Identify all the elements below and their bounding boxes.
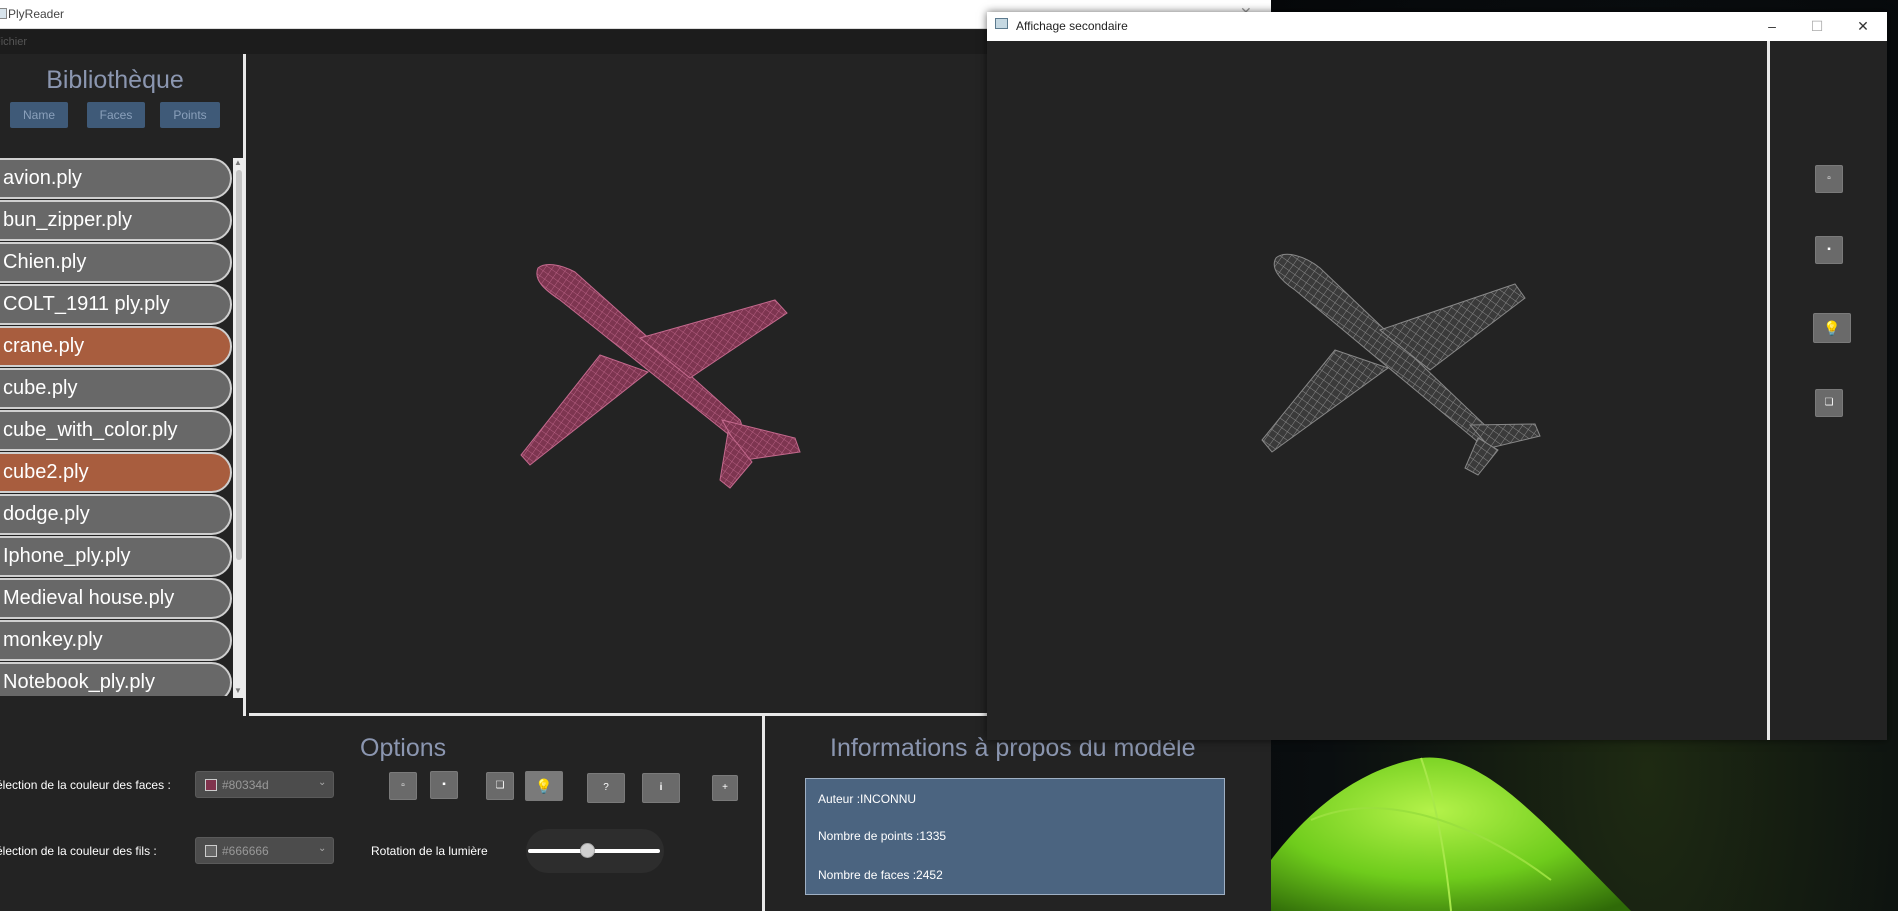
library-heading: Bibliothèque: [46, 66, 184, 94]
file-list-item[interactable]: Iphone_ply.ply: [0, 536, 232, 577]
lightbulb-button[interactable]: 💡: [525, 771, 563, 801]
file-list-item[interactable]: Notebook_ply.ply: [0, 662, 232, 696]
options-panel: Options élection de la couleur des faces…: [0, 716, 765, 911]
light-rotation-label: Rotation de la lumière: [371, 844, 488, 858]
file-list-item[interactable]: dodge.ply: [0, 494, 232, 535]
menu-file[interactable]: Fichier: [0, 36, 27, 48]
lightbulb-icon: 💡: [1823, 320, 1841, 336]
model-author: Auteur :INCONNU: [818, 792, 917, 806]
wire-color-swatch: [205, 845, 217, 857]
secondary-double-square-button[interactable]: ❏: [1815, 389, 1843, 417]
wire-color-label: élection de la couleur des fils :: [0, 844, 157, 858]
chevron-down-icon: ⌄: [318, 777, 327, 788]
main-window-title: PlyReader: [8, 7, 65, 21]
file-list-item[interactable]: crane.ply: [0, 326, 232, 367]
face-color-value: #80334d: [222, 778, 269, 792]
add-button[interactable]: +: [712, 775, 738, 801]
file-list-item[interactable]: cube2.ply: [0, 452, 232, 493]
scroll-up-icon[interactable]: ▲: [234, 158, 242, 167]
sort-by-faces-button[interactable]: Faces: [87, 102, 145, 128]
plus-icon: +: [722, 782, 728, 793]
file-list-item[interactable]: COLT_1911 ply.ply: [0, 284, 232, 325]
file-list[interactable]: avion.ply bun_zipper.ply Chien.ply COLT_191…: [0, 158, 233, 696]
square-outline-icon: ▫: [401, 780, 405, 791]
square-filled-button[interactable]: ▪: [430, 771, 458, 799]
secondary-3d-viewport[interactable]: [987, 41, 1767, 740]
model-info-box: Auteur :INCONNU Nombre de points :1335 N…: [805, 778, 1225, 895]
secondary-window: Affichage secondaire – ☐ ✕ ▫ ▪ 💡 ❏: [987, 12, 1887, 740]
sort-by-name-button[interactable]: Name: [10, 102, 68, 128]
close-icon[interactable]: ✕: [1843, 14, 1883, 38]
scrollbar-thumb[interactable]: [236, 170, 242, 560]
maximize-icon[interactable]: ☐: [1797, 14, 1837, 38]
file-list-item[interactable]: cube.ply: [0, 368, 232, 409]
sort-by-points-button[interactable]: Points: [160, 102, 220, 128]
slider-knob[interactable]: [580, 843, 595, 858]
model-points-count: Nombre de points :1335: [818, 829, 947, 843]
file-list-item[interactable]: avion.ply: [0, 158, 232, 199]
square-filled-icon: ▪: [442, 779, 446, 790]
model-info-panel: Informations à propos du modèle Auteur :…: [768, 716, 1271, 911]
lightbulb-icon: 💡: [535, 778, 553, 794]
light-rotation-slider[interactable]: [526, 829, 664, 873]
secondary-titlebar[interactable]: Affichage secondaire – ☐ ✕: [987, 12, 1887, 41]
info-icon: i: [659, 782, 663, 793]
secondary-toolbar: ▫ ▪ 💡 ❏: [1770, 41, 1887, 740]
minimize-icon[interactable]: –: [1752, 14, 1792, 38]
file-list-item[interactable]: cube_with_color.ply: [0, 410, 232, 451]
secondary-window-title: Affichage secondaire: [1016, 19, 1128, 33]
airplane-model-gray: [1261, 253, 1541, 476]
scroll-down-icon[interactable]: ▼: [234, 686, 242, 695]
secondary-square-outline-button[interactable]: ▫: [1815, 165, 1843, 193]
square-filled-icon: ▪: [1827, 244, 1831, 255]
double-square-icon: ❏: [1824, 397, 1834, 408]
secondary-app-icon: [995, 18, 1008, 29]
library-sidebar: Bibliothèque Name Faces Points avion.ply…: [0, 54, 246, 716]
info-button[interactable]: i: [642, 773, 680, 803]
face-color-picker[interactable]: #80334d ⌄: [195, 771, 334, 798]
wire-color-value: #666666: [222, 844, 269, 858]
double-square-button[interactable]: ❏: [486, 772, 514, 800]
file-list-scrollbar[interactable]: ▲ ▼: [233, 158, 245, 698]
square-outline-icon: ▫: [1827, 173, 1831, 184]
file-list-item[interactable]: Chien.ply: [0, 242, 232, 283]
app-icon: [0, 8, 7, 19]
wire-color-picker[interactable]: #666666 ⌄: [195, 837, 334, 864]
secondary-lightbulb-button[interactable]: 💡: [1813, 313, 1851, 343]
options-heading: Options: [360, 734, 447, 762]
help-button[interactable]: ?: [587, 773, 625, 803]
file-list-item[interactable]: bun_zipper.ply: [0, 200, 232, 241]
secondary-square-filled-button[interactable]: ▪: [1815, 236, 1843, 264]
file-list-item[interactable]: Medieval house.ply: [0, 578, 232, 619]
face-color-label: élection de la couleur des faces :: [0, 778, 171, 792]
face-color-swatch: [205, 779, 217, 791]
chevron-down-icon: ⌄: [318, 843, 327, 854]
question-icon: ?: [603, 782, 609, 793]
model-faces-count: Nombre de faces :2452: [818, 868, 943, 882]
file-list-item[interactable]: monkey.ply: [0, 620, 232, 661]
square-outline-button[interactable]: ▫: [389, 772, 417, 800]
double-square-icon: ❏: [495, 780, 505, 791]
